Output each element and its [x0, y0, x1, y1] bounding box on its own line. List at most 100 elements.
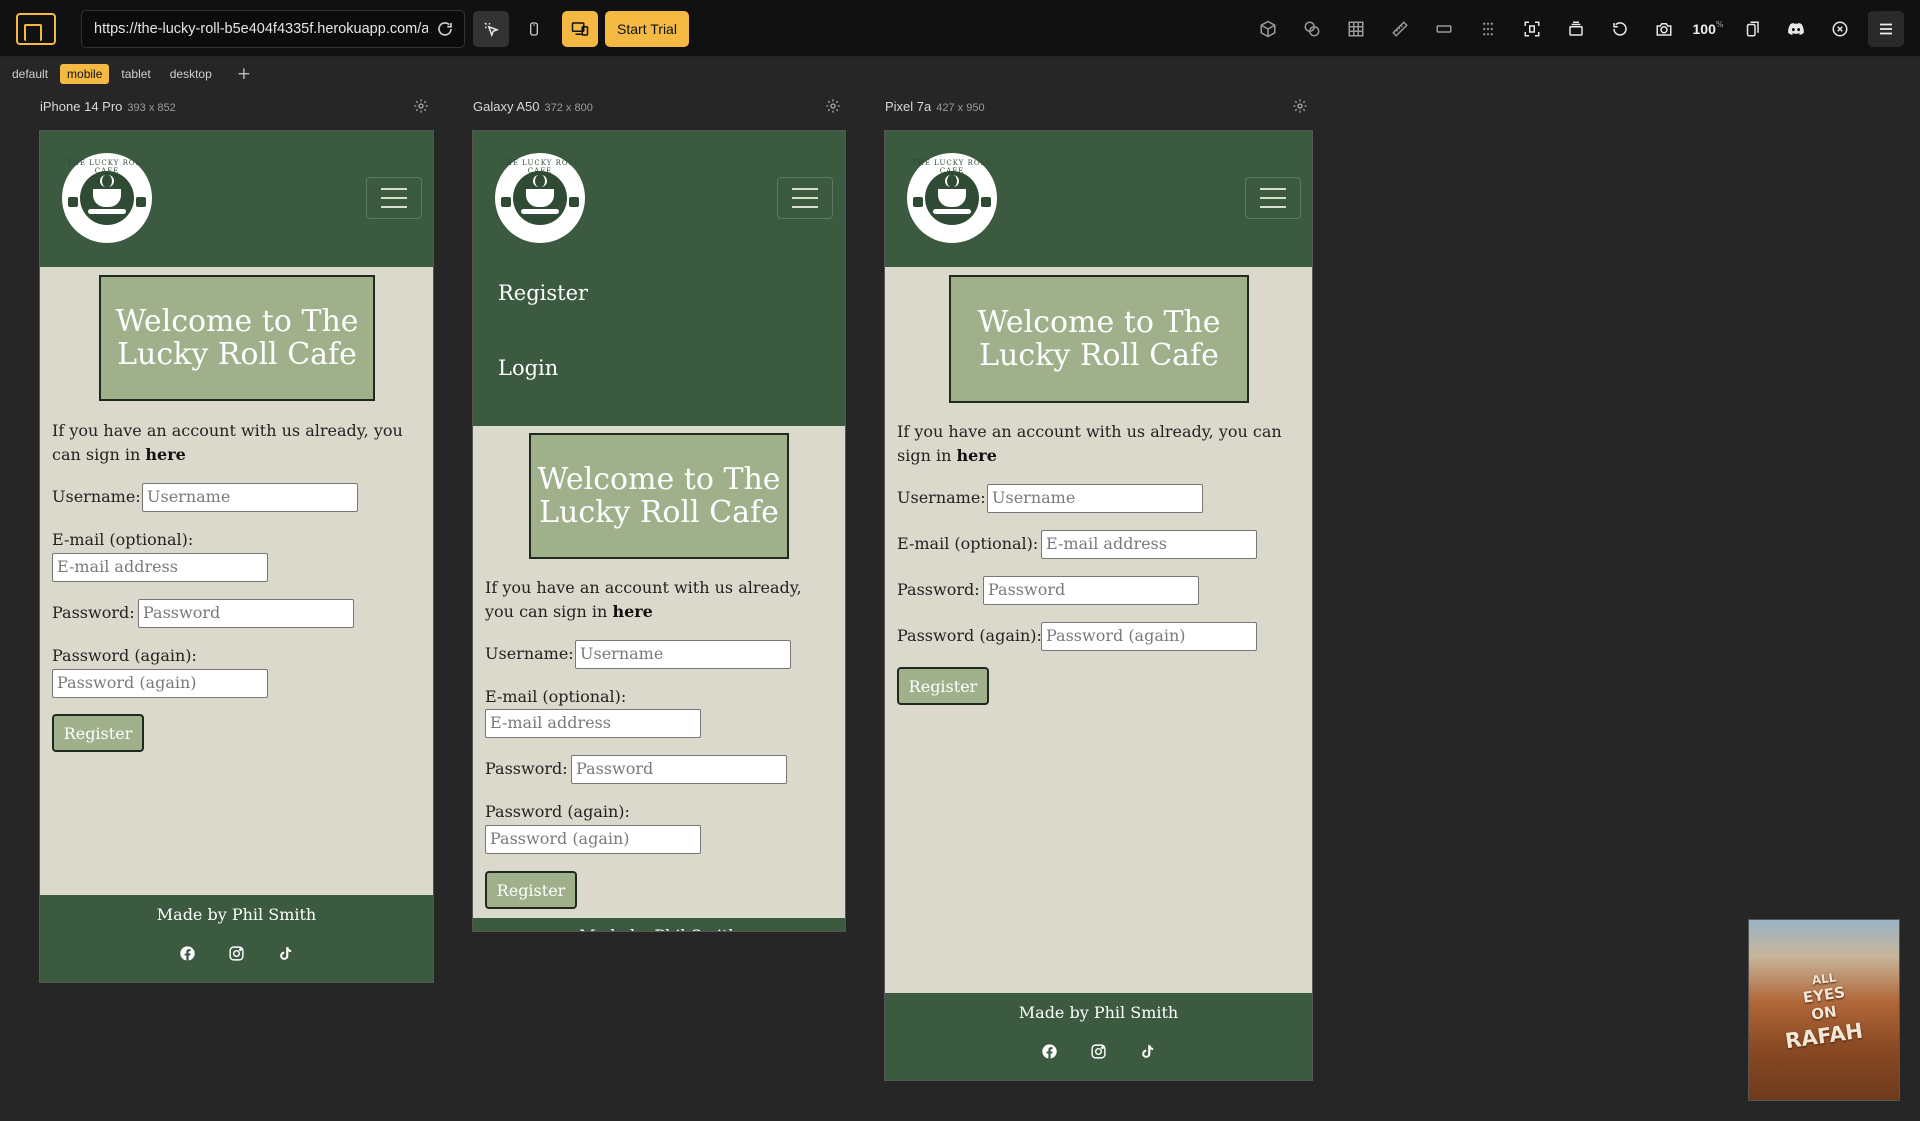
site-footer: Made by Phil Smith: [885, 993, 1312, 1080]
register-button[interactable]: Register: [485, 871, 577, 909]
password-input[interactable]: Password: [983, 576, 1199, 605]
multi-device-button[interactable]: [562, 11, 598, 47]
zoom-level[interactable]: 100%: [1686, 11, 1730, 47]
sign-in-link[interactable]: here: [145, 445, 185, 464]
phone-icon: [530, 22, 538, 36]
url-input[interactable]: https://the-lucky-roll-b5e404f4335f.hero…: [94, 21, 428, 37]
device-screen-iphone[interactable]: THE LUCKY ROLL CAFE Welcome to The Lucky…: [39, 130, 434, 983]
tab-desktop[interactable]: desktop: [163, 64, 219, 84]
device-frame-icon[interactable]: [1730, 11, 1774, 47]
device-mode-button[interactable]: [519, 11, 549, 47]
device-label-pixel: Pixel 7a 427 x 950: [885, 99, 985, 114]
facebook-icon[interactable]: [179, 945, 196, 962]
email-label: E-mail (optional):: [485, 687, 627, 706]
tiktok-icon[interactable]: [1139, 1043, 1156, 1060]
cafe-logo[interactable]: THE LUCKY ROLL CAFE: [495, 153, 585, 243]
site-header: THE LUCKY ROLL CAFE: [885, 131, 1312, 267]
nav-login-link[interactable]: Login: [498, 356, 558, 380]
main-menu-button[interactable]: [1868, 11, 1904, 47]
register-button[interactable]: Register: [897, 667, 989, 705]
password-again-input[interactable]: Password (again): [52, 669, 268, 698]
device-screen-pixel[interactable]: THE LUCKY ROLL CAFE Welcome to The Lucky…: [884, 130, 1313, 1081]
username-label: Username:: [52, 487, 141, 506]
password-again-input[interactable]: Password (again): [1041, 622, 1257, 651]
zoom-unit: %: [1715, 19, 1724, 29]
instagram-icon[interactable]: [228, 945, 245, 962]
username-label: Username:: [897, 488, 986, 507]
close-circle-icon[interactable]: [1818, 11, 1862, 47]
gear-icon[interactable]: [413, 98, 429, 114]
password-label: Password:: [485, 759, 568, 778]
welcome-banner: Welcome to The Lucky Roll Cafe: [99, 275, 375, 401]
gear-icon[interactable]: [1292, 98, 1308, 114]
footer-credit: Made by Phil Smith: [156, 905, 317, 924]
device-name: iPhone 14 Pro: [40, 99, 123, 114]
discord-icon[interactable]: [1774, 11, 1818, 47]
preset-tabs: default mobile tablet desktop +: [0, 62, 251, 86]
devices-icon: [571, 22, 589, 36]
social-links: [40, 945, 433, 962]
nav-toggle-button[interactable]: [777, 177, 833, 219]
email-label: E-mail (optional):: [52, 530, 194, 549]
register-button[interactable]: Register: [52, 714, 144, 752]
instagram-icon[interactable]: [1090, 1043, 1107, 1060]
sign-in-link[interactable]: here: [612, 602, 652, 621]
overlap-icon[interactable]: [1290, 11, 1334, 47]
layers-icon[interactable]: [1554, 11, 1598, 47]
menu-icon: [1880, 23, 1892, 35]
password-again-label: Password (again):: [485, 802, 630, 821]
footer-credit: Made by Phil Smith: [473, 926, 845, 931]
username-input[interactable]: Username: [987, 484, 1203, 513]
cafe-logo[interactable]: THE LUCKY ROLL CAFE: [907, 153, 997, 243]
intro-text: If you have an account with us already, …: [897, 420, 1302, 468]
camera-icon[interactable]: [1642, 11, 1686, 47]
nav-toggle-button[interactable]: [1245, 177, 1301, 219]
welcome-banner: Welcome to The Lucky Roll Cafe: [949, 275, 1249, 403]
tab-mobile[interactable]: mobile: [60, 64, 110, 84]
email-input[interactable]: E-mail address: [52, 553, 268, 582]
add-preset-icon[interactable]: +: [237, 64, 251, 84]
email-input[interactable]: E-mail address: [485, 709, 701, 738]
welcome-banner: Welcome to The Lucky Roll Cafe: [529, 433, 789, 559]
dots-grid-icon[interactable]: [1466, 11, 1510, 47]
nav-menu-panel: Register Login: [473, 267, 845, 426]
zoom-value: 100: [1692, 21, 1716, 37]
sign-in-link[interactable]: here: [956, 446, 996, 465]
url-bar[interactable]: https://the-lucky-roll-b5e404f4335f.hero…: [81, 10, 465, 48]
tab-default[interactable]: default: [5, 64, 55, 84]
reload-icon[interactable]: [436, 20, 454, 38]
tab-tablet[interactable]: tablet: [114, 64, 157, 84]
nav-register-link[interactable]: Register: [498, 281, 588, 305]
footer-credit: Made by Phil Smith: [1018, 1003, 1179, 1022]
facebook-icon[interactable]: [1041, 1043, 1058, 1060]
floating-image-thumbnail[interactable]: ALL EYES ON RAFAH: [1748, 919, 1900, 1101]
cafe-logo[interactable]: THE LUCKY ROLL CAFE: [62, 153, 152, 243]
tiktok-icon[interactable]: [277, 945, 294, 962]
cube-icon[interactable]: [1246, 11, 1290, 47]
device-dims: 393 x 852: [127, 102, 176, 114]
username-input[interactable]: Username: [142, 483, 358, 512]
device-label-galaxy: Galaxy A50 372 x 800: [473, 99, 593, 114]
rectangle-icon[interactable]: [1422, 11, 1466, 47]
screenshot-area-icon[interactable]: [1510, 11, 1554, 47]
password-label: Password:: [52, 603, 135, 622]
device-dims: 427 x 950: [936, 102, 985, 114]
username-input[interactable]: Username: [575, 640, 791, 669]
start-trial-button[interactable]: Start Trial: [605, 11, 689, 47]
gear-icon[interactable]: [825, 98, 841, 114]
rotate-icon[interactable]: [1598, 11, 1642, 47]
device-name: Galaxy A50: [473, 99, 540, 114]
responsive-viewer-logo-icon[interactable]: [16, 13, 56, 45]
password-input[interactable]: Password: [571, 755, 787, 784]
password-input[interactable]: Password: [138, 599, 354, 628]
email-label: E-mail (optional):: [897, 534, 1039, 553]
nav-toggle-button[interactable]: [366, 177, 422, 219]
device-dims: 372 x 800: [544, 102, 593, 114]
password-again-input[interactable]: Password (again): [485, 825, 701, 854]
grid-icon[interactable]: [1334, 11, 1378, 47]
email-input[interactable]: E-mail address: [1041, 530, 1257, 559]
inspect-button[interactable]: [473, 11, 509, 47]
device-screen-galaxy[interactable]: THE LUCKY ROLL CAFE Register Login Welco…: [472, 130, 846, 932]
ruler-icon[interactable]: [1378, 11, 1422, 47]
site-header: THE LUCKY ROLL CAFE: [40, 131, 433, 267]
